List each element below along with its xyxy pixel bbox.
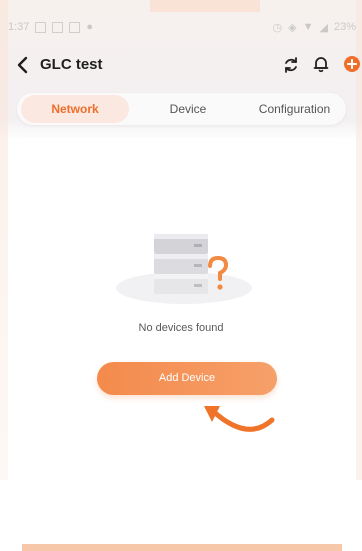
battery-level: 23% <box>333 21 356 33</box>
add-circle-icon[interactable] <box>344 56 360 72</box>
curved-arrow-icon <box>204 406 275 432</box>
notification-icon <box>52 21 64 33</box>
tab-configuration[interactable]: Configuration <box>245 95 344 123</box>
notification-icon <box>35 21 47 33</box>
add-device-button[interactable]: Add Device <box>97 362 277 395</box>
tab-bar: Network Device Configuration <box>17 93 346 125</box>
wifi-icon: ▼ <box>302 21 314 33</box>
refresh-icon[interactable] <box>282 56 300 74</box>
tab-device[interactable]: Device <box>143 95 233 123</box>
status-left: 1:37 ● <box>8 21 93 33</box>
signal-icon: ◢ <box>319 21 328 34</box>
app-header: GLC test <box>0 50 362 80</box>
dot-icon: ● <box>86 21 94 33</box>
page-title: GLC test <box>40 56 103 73</box>
decorative-top-border <box>150 0 260 12</box>
message-icon <box>69 21 81 33</box>
status-bar: 1:37 ● ◷ ◈ ▼ ◢ 23% <box>8 14 356 40</box>
decorative-bottom-border <box>22 544 342 551</box>
status-time: 1:37 <box>8 21 30 33</box>
tab-network[interactable]: Network <box>21 95 129 123</box>
empty-state-message: No devices found <box>138 322 224 334</box>
server-stack-question-icon <box>116 234 252 304</box>
status-right: ◷ ◈ ▼ ◢ 23% <box>273 21 356 34</box>
bell-icon[interactable] <box>312 55 330 73</box>
alarm-icon: ◷ <box>272 21 283 34</box>
back-chevron-icon[interactable] <box>14 54 32 76</box>
content-card <box>8 138 356 538</box>
vibrate-icon: ◈ <box>288 21 297 34</box>
